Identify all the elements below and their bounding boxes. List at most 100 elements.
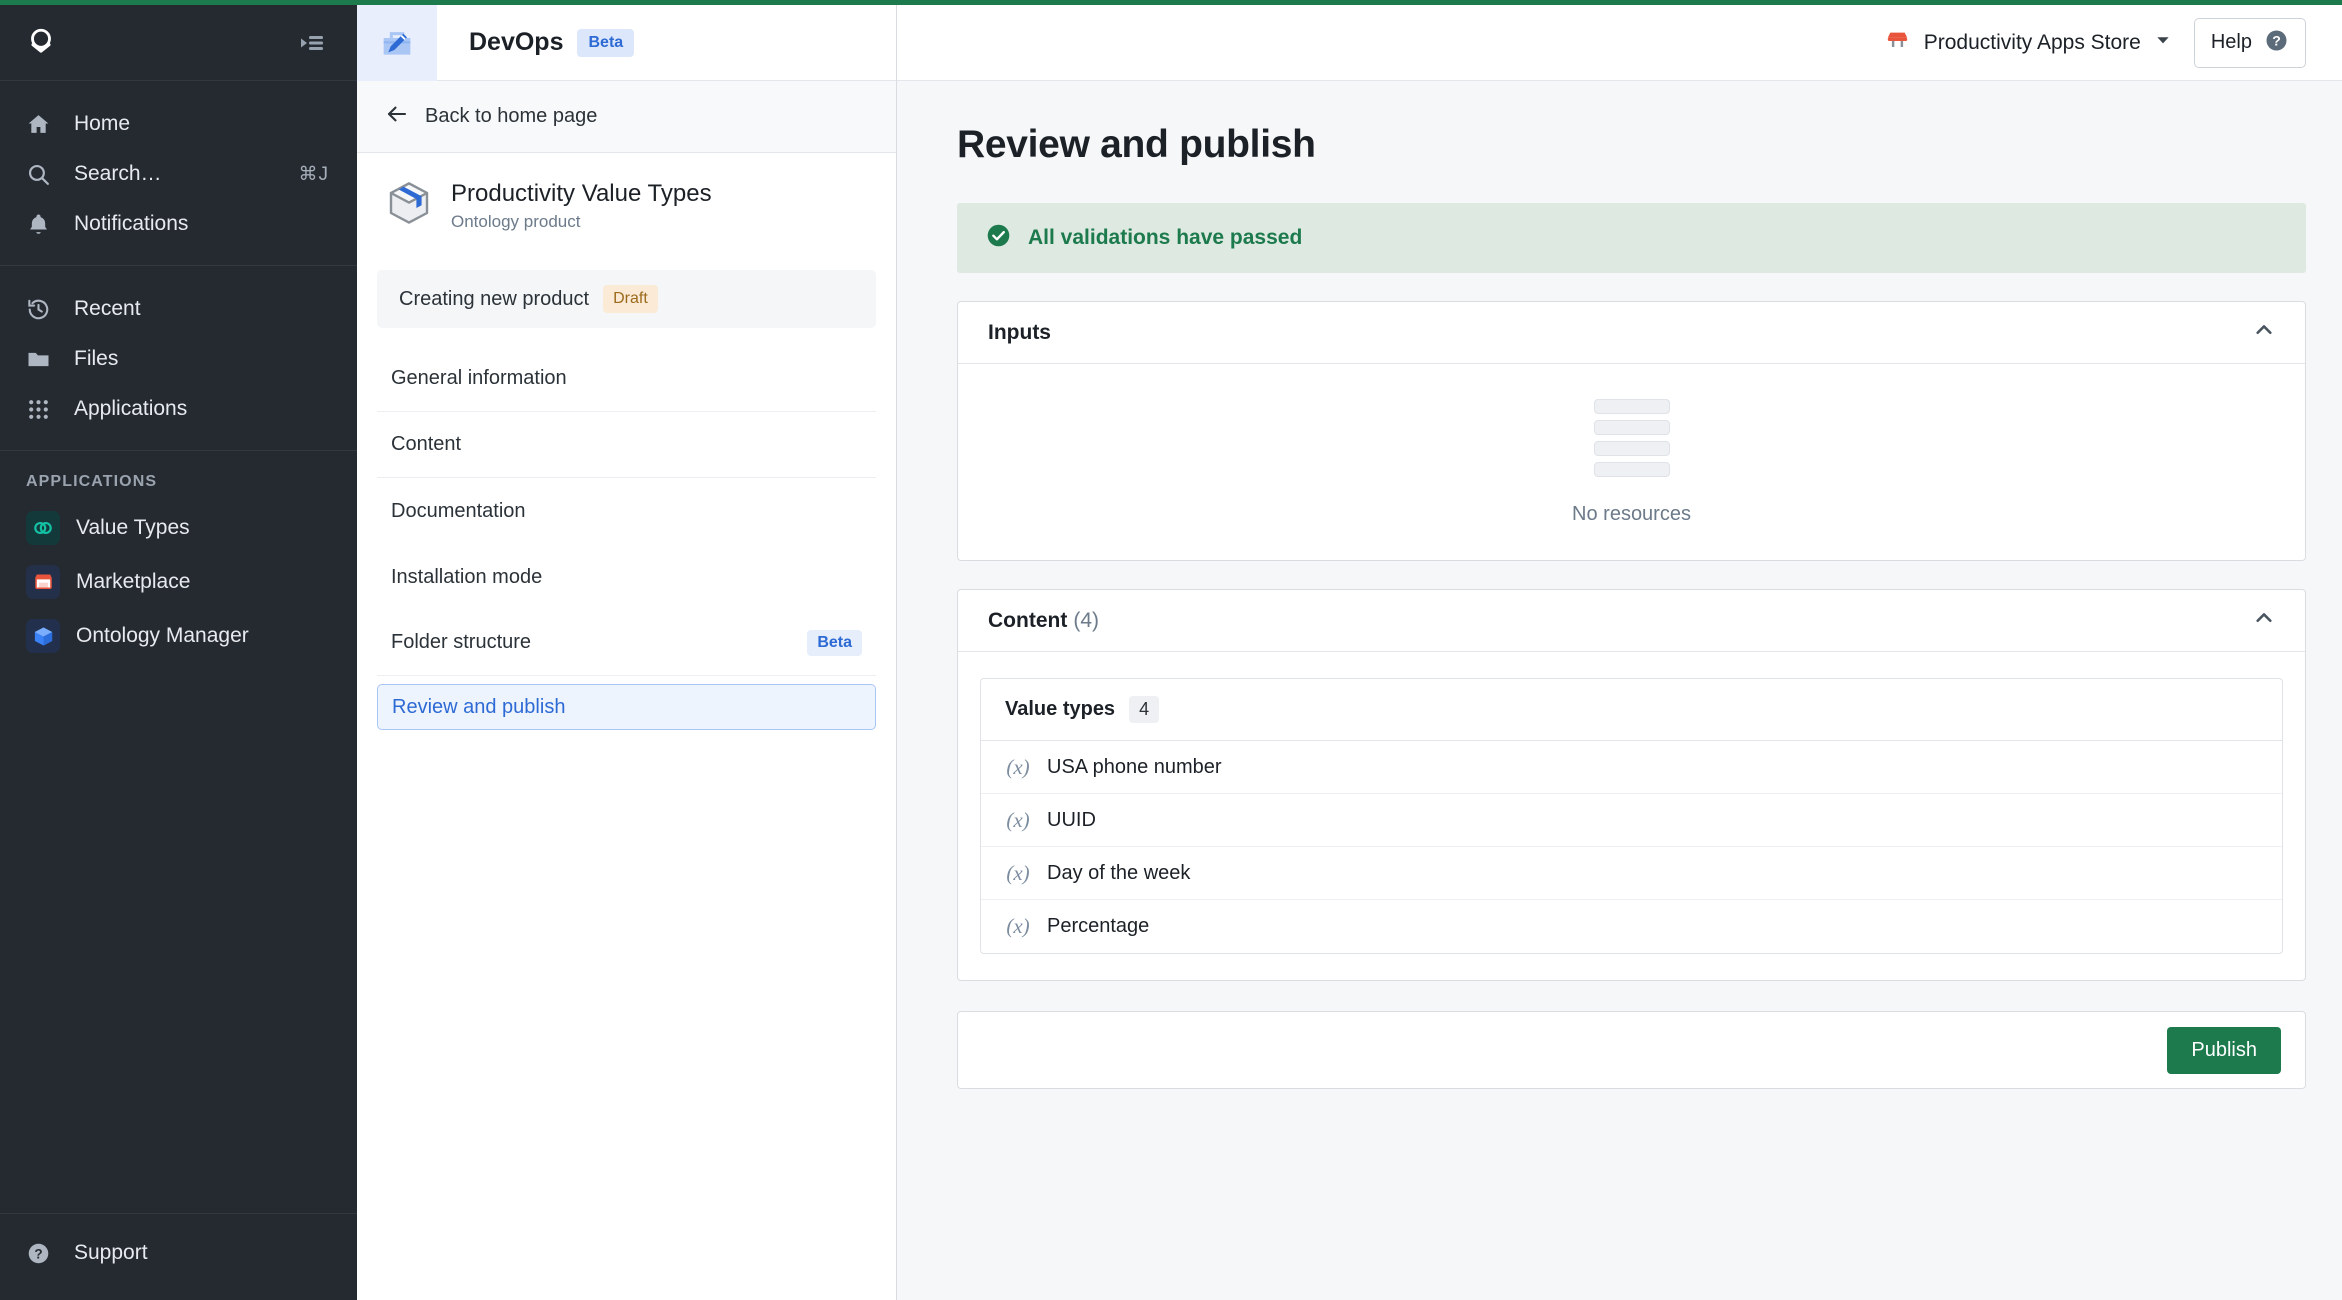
status-badge: Draft: [603, 285, 658, 313]
sidebar-item-support[interactable]: ? Support: [0, 1228, 357, 1278]
sidebar-primary-group: Home Search… ⌘J Notifications: [0, 81, 357, 266]
nav-item-documentation[interactable]: Documentation: [377, 478, 876, 544]
product-status-label: Creating new product: [399, 287, 590, 310]
product-name: Productivity Value Types: [451, 179, 712, 207]
sidebar-item-label: Home: [74, 112, 131, 135]
nav-item-label: Folder structure: [391, 631, 532, 653]
nav-item-general-information[interactable]: General information: [377, 346, 876, 412]
nav-item-label: Installation mode: [391, 565, 543, 588]
help-circle-icon: ?: [26, 1241, 58, 1266]
sidebar-item-marketplace[interactable]: Marketplace: [0, 555, 357, 609]
sidebar-footer: ? Support: [0, 1213, 357, 1300]
sidebar-item-label: Applications: [74, 397, 188, 420]
store-selector[interactable]: Productivity Apps Store: [1884, 27, 2172, 59]
app-title-wrap: DevOps Beta: [437, 28, 635, 57]
sidebar-item-notifications[interactable]: Notifications: [0, 199, 357, 249]
value-type-row[interactable]: (x) UUID: [981, 794, 2282, 847]
value-type-name: UUID: [1047, 808, 1096, 831]
value-expression-icon: (x): [1006, 860, 1030, 885]
config-nav-list: General information Content Documentatio…: [357, 346, 896, 730]
collapse-panel-icon[interactable]: [295, 26, 329, 60]
content-card-header[interactable]: Content (4): [958, 590, 2305, 652]
content-card-title: Content (4): [988, 609, 1099, 633]
nav-item-installation-mode[interactable]: Installation mode: [377, 544, 876, 610]
product-subtitle: Ontology product: [451, 211, 581, 231]
value-types-count: 4: [1129, 696, 1160, 723]
help-label: Help: [2210, 31, 2252, 53]
main-body: Review and publish All validations have …: [897, 81, 2342, 1300]
help-button[interactable]: Help ?: [2193, 17, 2306, 68]
nav-item-content[interactable]: Content: [377, 412, 876, 478]
marketplace-storefront-icon: [26, 565, 60, 599]
sidebar-item-files[interactable]: Files: [0, 334, 357, 384]
content-card-count: (4): [1073, 608, 1099, 632]
sidebar-item-label: Ontology Manager: [76, 624, 249, 647]
app-beta-badge: Beta: [577, 28, 635, 57]
history-clock-icon: [26, 297, 58, 322]
app-header: DevOps Beta: [357, 4, 896, 81]
value-type-row[interactable]: (x) Day of the week: [981, 847, 2282, 900]
sidebar-item-ontology-manager[interactable]: Ontology Manager: [0, 609, 357, 663]
folder-icon: [26, 347, 58, 372]
home-icon: [26, 112, 58, 137]
chevron-up-icon[interactable]: [2253, 607, 2275, 634]
sidebar-item-label: Recent: [74, 297, 141, 320]
sidebar-section-title: APPLICATIONS: [26, 473, 158, 490]
sidebar-item-label: Marketplace: [76, 570, 191, 593]
sidebar-item-home[interactable]: Home: [0, 99, 357, 149]
global-sidebar: Home Search… ⌘J Notifications Recent Fil…: [0, 0, 357, 1300]
sidebar-secondary-group: Recent Files Applications: [0, 266, 357, 451]
sidebar-item-search[interactable]: Search… ⌘J: [0, 149, 357, 199]
sidebar-item-label: Search…: [74, 162, 162, 185]
value-expression-icon: (x): [1006, 914, 1030, 938]
nav-item-review-and-publish[interactable]: Review and publish: [377, 684, 876, 730]
svg-text:?: ?: [34, 1246, 42, 1261]
value-type-row[interactable]: (x) USA phone number: [981, 741, 2282, 794]
sidebar-applications-group: APPLICATIONS Value Types Marketplace Ont…: [0, 451, 357, 679]
grid-dots-icon: [26, 397, 58, 422]
top-accent-bar: [0, 0, 2342, 5]
product-row: Productivity Value Types Ontology produc…: [385, 179, 868, 232]
nav-item-label: Content: [391, 433, 462, 455]
stacked-bar: [1593, 440, 1670, 456]
nav-item-folder-structure[interactable]: Folder structure Beta: [377, 610, 876, 676]
storefront-icon: [1884, 27, 1911, 59]
product-box-icon: [385, 179, 433, 232]
sidebar-item-applications[interactable]: Applications: [0, 384, 357, 434]
product-status-box: Creating new product Draft: [377, 270, 876, 328]
sidebar-header: [0, 5, 357, 81]
sidebar-item-value-types[interactable]: Value Types: [0, 501, 357, 555]
sidebar-item-label: Files: [74, 347, 119, 370]
chevron-up-icon[interactable]: [2253, 319, 2275, 346]
stacked-bar: [1593, 461, 1670, 477]
sidebar-item-label: Notifications: [74, 212, 189, 235]
product-config-panel: DevOps Beta Back to home page Productivi…: [357, 0, 897, 1300]
value-type-name: Day of the week: [1047, 861, 1191, 884]
inputs-card-header[interactable]: Inputs: [958, 302, 2305, 364]
value-type-name: Percentage: [1047, 915, 1150, 937]
svg-text:?: ?: [2272, 32, 2281, 48]
back-to-home-label: Back to home page: [425, 105, 598, 127]
product-summary: Productivity Value Types Ontology produc…: [357, 153, 896, 256]
nav-item-label: Documentation: [391, 499, 526, 522]
stacked-bars-icon: [1593, 398, 1670, 477]
check-circle-icon: [985, 222, 1012, 254]
palantir-o-logo-icon[interactable]: [24, 26, 58, 60]
back-to-home-button[interactable]: Back to home page: [357, 81, 896, 153]
value-type-row[interactable]: (x) Percentage: [981, 900, 2282, 953]
nav-beta-badge: Beta: [807, 629, 862, 656]
value-expression-icon: (x): [1006, 807, 1030, 832]
publish-button[interactable]: Publish: [2167, 1026, 2281, 1074]
search-icon: [26, 162, 58, 187]
value-types-group-header: Value types 4: [981, 679, 2282, 741]
store-name: Productivity Apps Store: [1923, 30, 2141, 54]
sidebar-item-recent[interactable]: Recent: [0, 284, 357, 334]
arrow-left-icon: [385, 102, 409, 131]
validation-banner: All validations have passed: [957, 203, 2306, 273]
help-circle-icon: ?: [2264, 28, 2289, 58]
publish-footer: Publish: [957, 1011, 2306, 1089]
stacked-bar: [1593, 419, 1670, 435]
value-type-name: USA phone number: [1047, 755, 1222, 778]
bell-icon: [26, 212, 58, 237]
